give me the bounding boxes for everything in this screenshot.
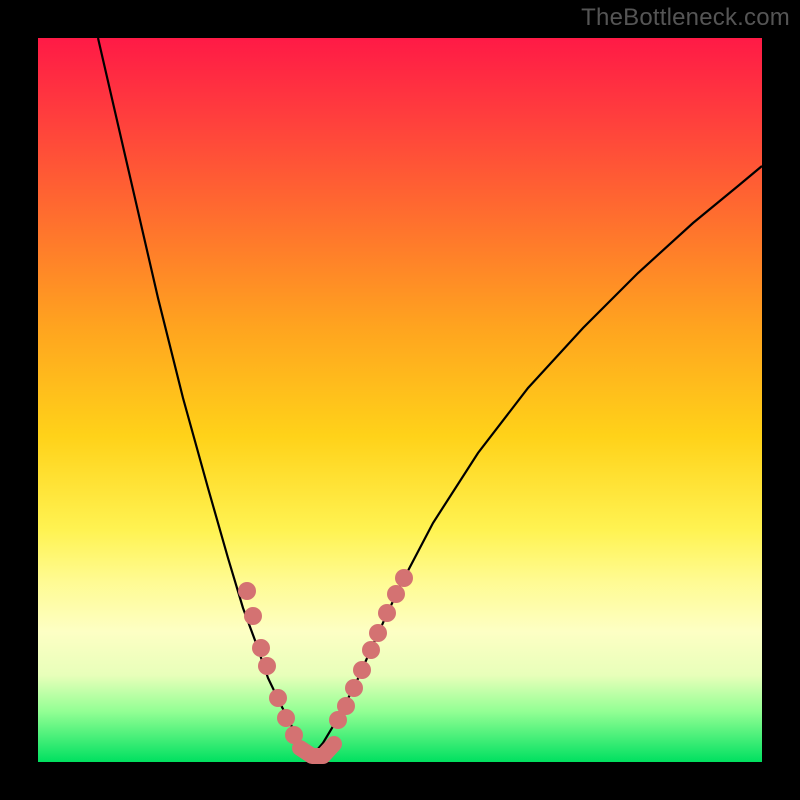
marker-dot — [395, 569, 413, 587]
left-curve-line — [98, 38, 312, 756]
bottom-marker-segment — [300, 744, 334, 756]
marker-dots-group — [238, 569, 413, 744]
outer-black-frame: TheBottleneck.com — [0, 0, 800, 800]
marker-dot — [345, 679, 363, 697]
marker-dot — [277, 709, 295, 727]
marker-dot — [362, 641, 380, 659]
marker-dot — [238, 582, 256, 600]
marker-dot — [369, 624, 387, 642]
right-curve-line — [312, 166, 762, 756]
marker-dot — [285, 726, 303, 744]
marker-dot — [378, 604, 396, 622]
chart-svg — [38, 38, 762, 762]
marker-dot — [353, 661, 371, 679]
marker-dot — [269, 689, 287, 707]
marker-dot — [387, 585, 405, 603]
marker-dot — [252, 639, 270, 657]
marker-dot — [337, 697, 355, 715]
marker-dot — [258, 657, 276, 675]
marker-dot — [244, 607, 262, 625]
watermark-text: TheBottleneck.com — [581, 4, 790, 32]
